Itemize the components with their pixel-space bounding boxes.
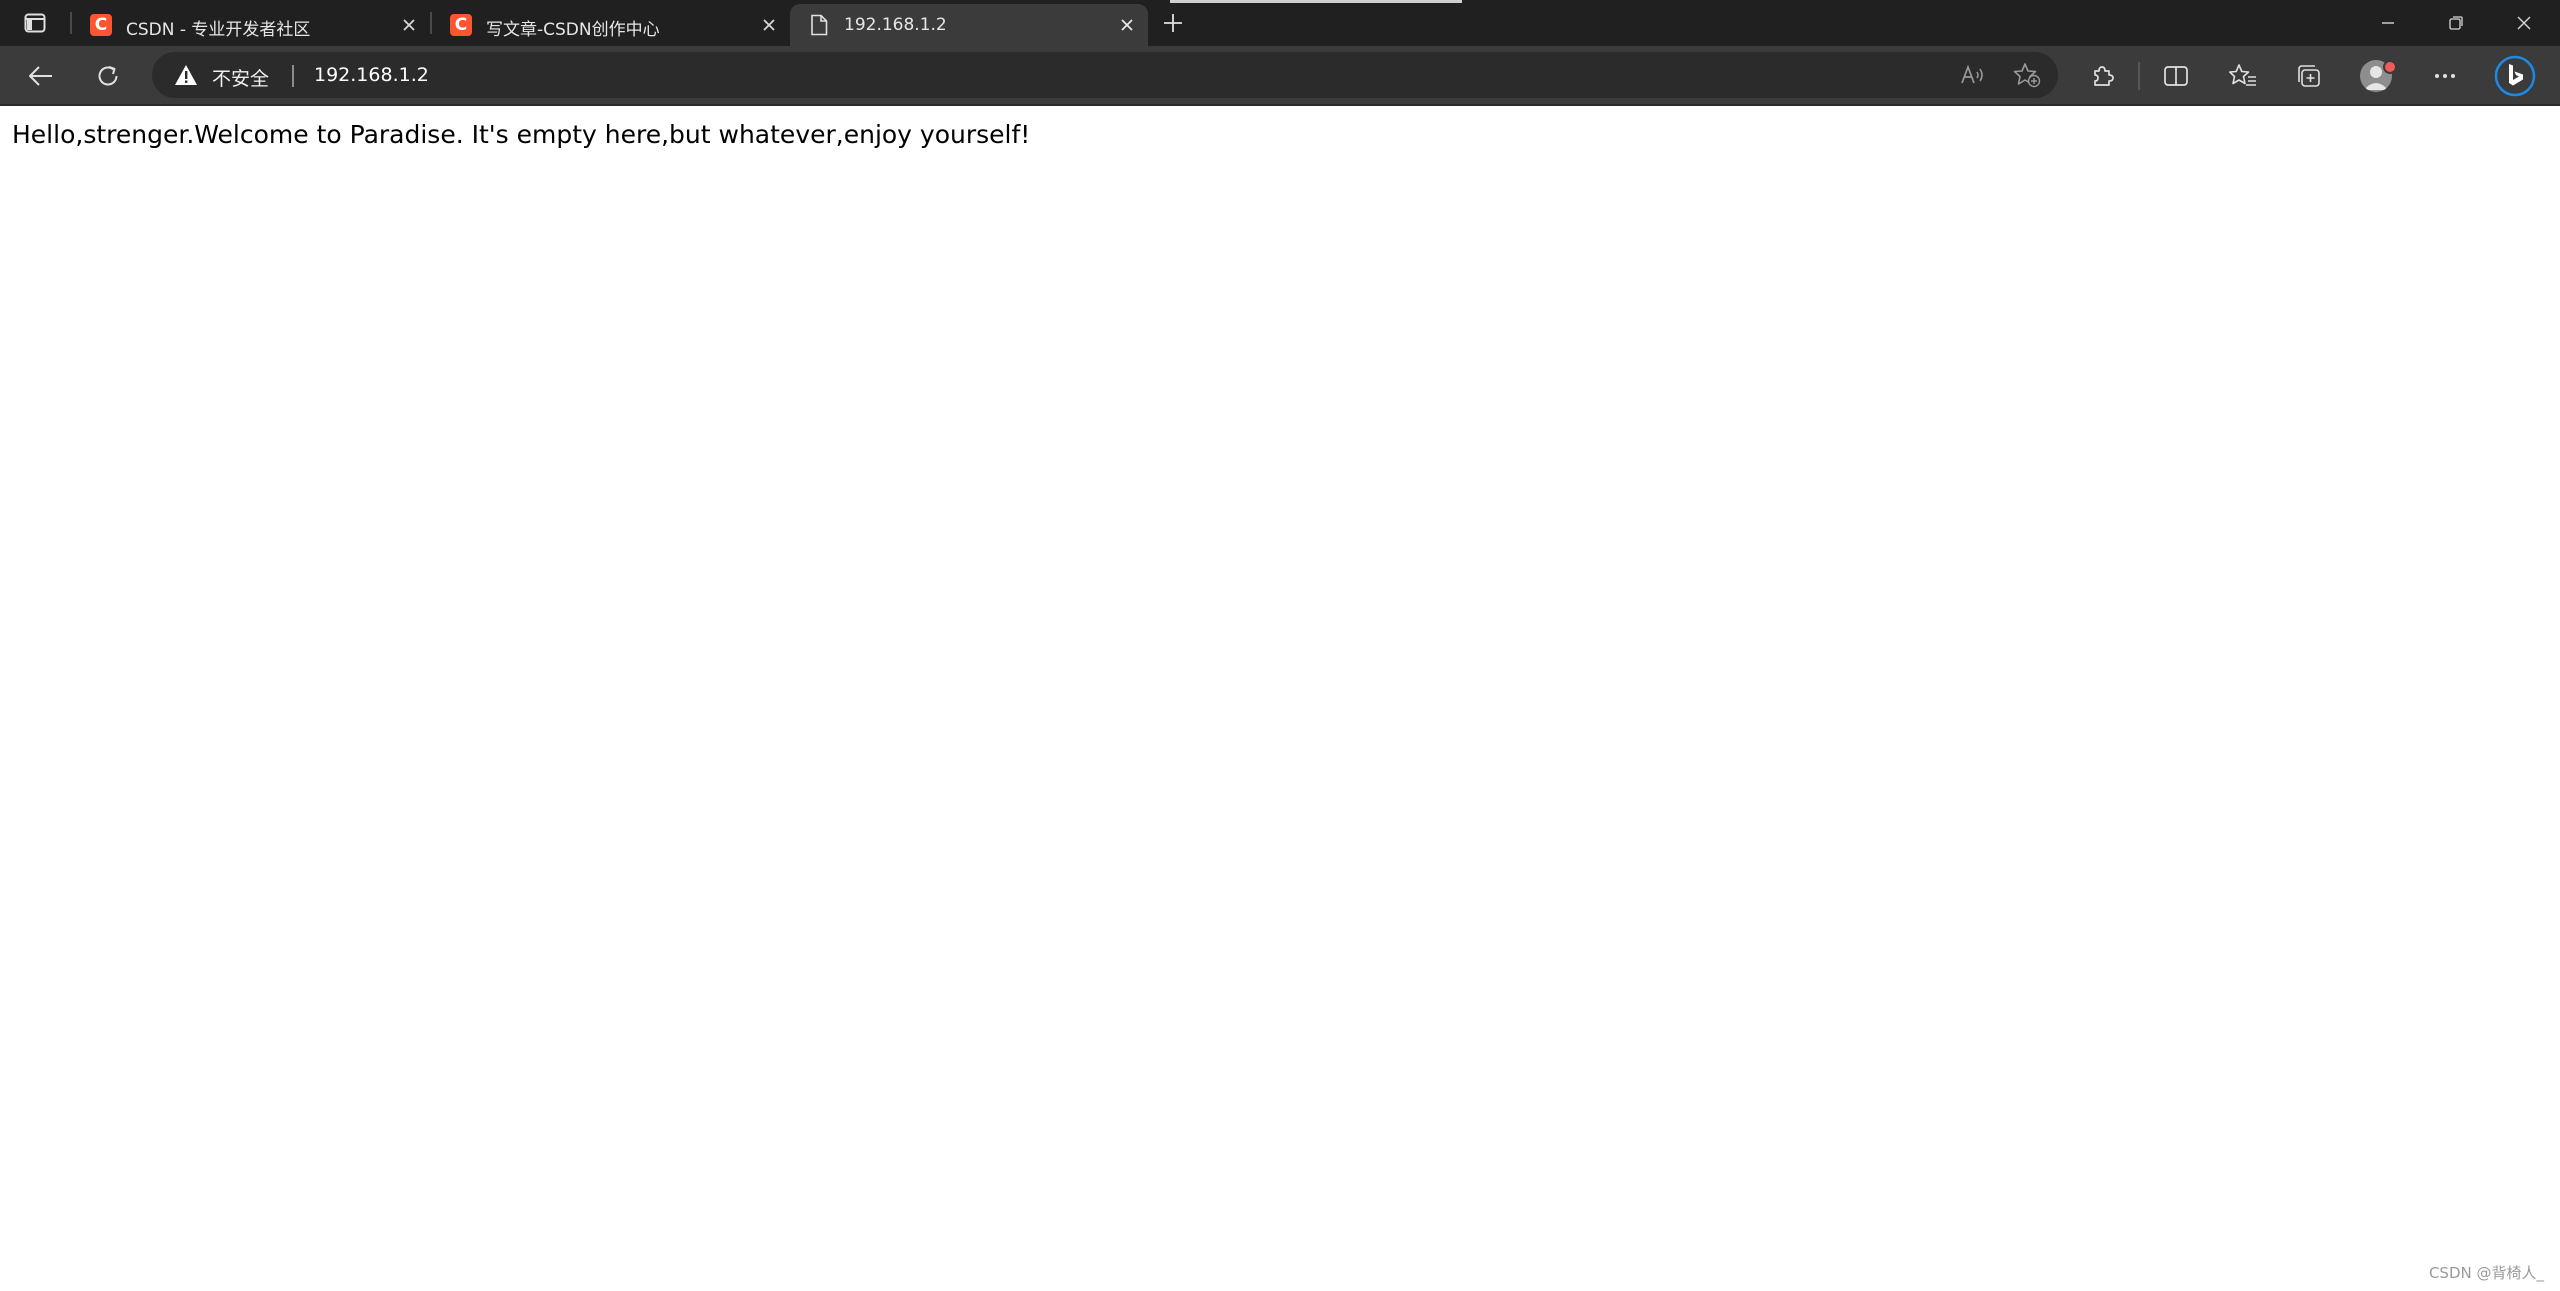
tab-actions-icon (24, 13, 46, 33)
refresh-button[interactable] (91, 59, 125, 93)
csdn-c-icon: C (90, 14, 112, 36)
web-page-content: Hello,strenger.Welcome to Paradise. It's… (0, 106, 2560, 1291)
restore-icon (2449, 16, 2463, 30)
address-divider (292, 65, 294, 87)
close-icon (403, 19, 415, 31)
page-icon (808, 14, 830, 36)
csdn-c-icon: C (450, 14, 472, 36)
favorites-icon (2229, 64, 2256, 86)
warning-icon[interactable] (174, 64, 198, 86)
close-icon (763, 19, 775, 31)
toolbar-divider (2138, 62, 2140, 90)
tab-title: CSDN - 专业开发者社区 (126, 20, 311, 40)
tab-strip: C CSDN - 专业开发者社区 C 写文章-CSDN创作中心 192.168.… (0, 0, 2560, 46)
extensions-button[interactable] (2086, 59, 2120, 93)
close-icon (2517, 16, 2531, 30)
read-aloud-button[interactable] (1958, 61, 1988, 89)
collections-button[interactable] (2292, 59, 2326, 93)
minimize-icon (2382, 22, 2394, 24)
plus-icon (1164, 14, 1182, 32)
split-screen-button[interactable] (2159, 59, 2193, 93)
tab-title: 写文章-CSDN创作中心 (486, 20, 660, 40)
url-text[interactable]: 192.168.1.2 (314, 64, 429, 86)
read-aloud-icon (1961, 64, 1983, 84)
csdn-watermark: CSDN @背椅人_ (2428, 1264, 2544, 1282)
welcome-message: Hello,strenger.Welcome to Paradise. It's… (12, 120, 1031, 149)
tab-actions-button[interactable] (20, 10, 50, 36)
tab-close-button[interactable] (1118, 16, 1136, 34)
security-status-label[interactable]: 不安全 (212, 64, 269, 91)
new-tab-button[interactable] (1158, 8, 1188, 38)
tab-close-button[interactable] (760, 16, 778, 34)
refresh-icon (98, 66, 118, 86)
navigation-toolbar: 不安全 192.168.1.2 (0, 46, 2560, 106)
puzzle-icon (2094, 66, 2114, 86)
tab-close-button[interactable] (400, 16, 418, 34)
tab-title: 192.168.1.2 (844, 15, 947, 35)
tab-csdn-home[interactable]: C CSDN - 专业开发者社区 (72, 4, 430, 46)
back-button[interactable] (24, 59, 58, 93)
more-dots-icon (2435, 74, 2455, 78)
tab-drag-indicator (1170, 0, 1462, 3)
browser-window: C CSDN - 专业开发者社区 C 写文章-CSDN创作中心 192.168.… (0, 0, 2560, 1291)
back-arrow-icon (29, 66, 52, 86)
collections-icon (2298, 65, 2320, 87)
bing-copilot-button[interactable] (2492, 53, 2538, 99)
profile-notification-badge (2383, 60, 2397, 74)
restore-button[interactable] (2422, 0, 2490, 46)
split-screen-icon (2164, 66, 2188, 86)
minimize-button[interactable] (2354, 0, 2422, 46)
tab-ip-page[interactable]: 192.168.1.2 (790, 4, 1148, 46)
favorites-button[interactable] (2226, 59, 2260, 93)
star-add-icon (2013, 63, 2041, 88)
window-close-button[interactable] (2490, 0, 2558, 46)
add-favorite-button[interactable] (2012, 61, 2042, 89)
close-icon (1121, 19, 1133, 31)
tab-csdn-editor[interactable]: C 写文章-CSDN创作中心 (432, 4, 790, 46)
settings-more-button[interactable] (2428, 59, 2462, 93)
bing-icon (2494, 55, 2536, 97)
address-bar[interactable]: 不安全 192.168.1.2 (152, 52, 2058, 98)
